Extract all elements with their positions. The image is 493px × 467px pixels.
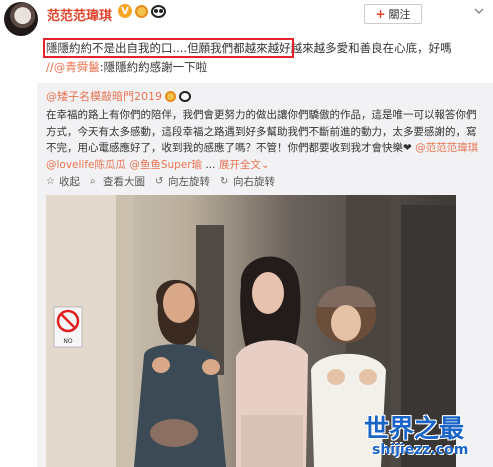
mention-link[interactable]: @鱼鱼Super瑜	[129, 159, 202, 171]
chevron-down-icon[interactable]	[474, 6, 484, 16]
site-watermark: 世界之最 shijiezz.com	[364, 409, 490, 465]
avatar[interactable]	[4, 2, 38, 36]
rotate-right-button[interactable]: ↻ 向右旋转	[220, 174, 275, 189]
post-text: 隱隱約約不是出自我的口....但願我們都越來越好越來越多愛和善良在心底，好嗎	[43, 38, 486, 58]
mention-link[interactable]: @lovelife陈瓜瓜	[46, 159, 126, 171]
no-smoking-sign: NO	[53, 306, 83, 348]
sign-text: NO	[63, 338, 72, 345]
panda-badge-icon[interactable]	[151, 4, 166, 18]
panda-badge-icon	[179, 90, 191, 102]
repost-body-text: 在幸福的路上有你們的陪伴，我們會更努力的做出讓你們驕傲的作品，這是唯一可以報答你…	[46, 109, 477, 154]
mention-link[interactable]: //@青舜鬣	[46, 60, 100, 74]
rotate-left-button[interactable]: ↺ 向左旋转	[155, 174, 210, 189]
post-header: 范范范瑋琪 V + 關注	[0, 0, 493, 36]
sun-badge-icon	[165, 90, 176, 102]
follow-button[interactable]: + 關注	[364, 4, 422, 24]
heart-icon: ❤	[403, 142, 412, 154]
verified-icon[interactable]: V	[118, 4, 132, 18]
highlighted-text: 隱隱約約不是出自我的口....但願我們都越來越好	[43, 38, 294, 58]
plus-icon: +	[375, 7, 386, 21]
rotate-left-icon: ↺	[155, 175, 164, 187]
user-badges: V	[118, 4, 166, 18]
view-large-button[interactable]: ⌕ 查看大圖	[90, 174, 145, 189]
collapse-button[interactable]: ☆ 收起	[46, 174, 80, 189]
repost-user[interactable]: @矮子名模敲暗門2019	[46, 88, 191, 104]
magnify-icon: ⌕	[90, 175, 96, 187]
mention-line: //@青舜鬣:隱隱約約感謝一下啦	[46, 59, 207, 76]
image-toolbar: ☆ 收起 ⌕ 查看大圖 ↺ 向左旋转 ↻ 向右旋转	[46, 174, 275, 189]
watermark-title: 世界之最	[364, 414, 465, 443]
star-icon: ☆	[46, 175, 55, 187]
sun-badge-icon[interactable]	[135, 4, 148, 18]
mention-text: :隱隱約約感謝一下啦	[99, 60, 208, 74]
post-text-rest: 越來越多愛和善良在心底，好嗎	[290, 41, 452, 55]
username[interactable]: 范范范瑋琪	[47, 5, 112, 24]
chevron-down-icon: ⌄	[260, 158, 270, 171]
follow-label: 關注	[388, 8, 411, 21]
person-middle	[236, 256, 308, 467]
repost-username[interactable]: @矮子名模敲暗門2019	[46, 88, 162, 104]
ellipsis: ...	[205, 158, 216, 171]
expand-full-text-link[interactable]: 展开全文⌄	[219, 159, 270, 171]
watermark-url: shijiezz.com	[372, 442, 469, 458]
rotate-right-icon: ↻	[220, 175, 229, 187]
repost-body: 在幸福的路上有你們的陪伴，我們會更努力的做出讓你們驕傲的作品，這是唯一可以報答你…	[46, 107, 486, 173]
mention-link[interactable]: @范范范瑋琪	[415, 142, 478, 154]
